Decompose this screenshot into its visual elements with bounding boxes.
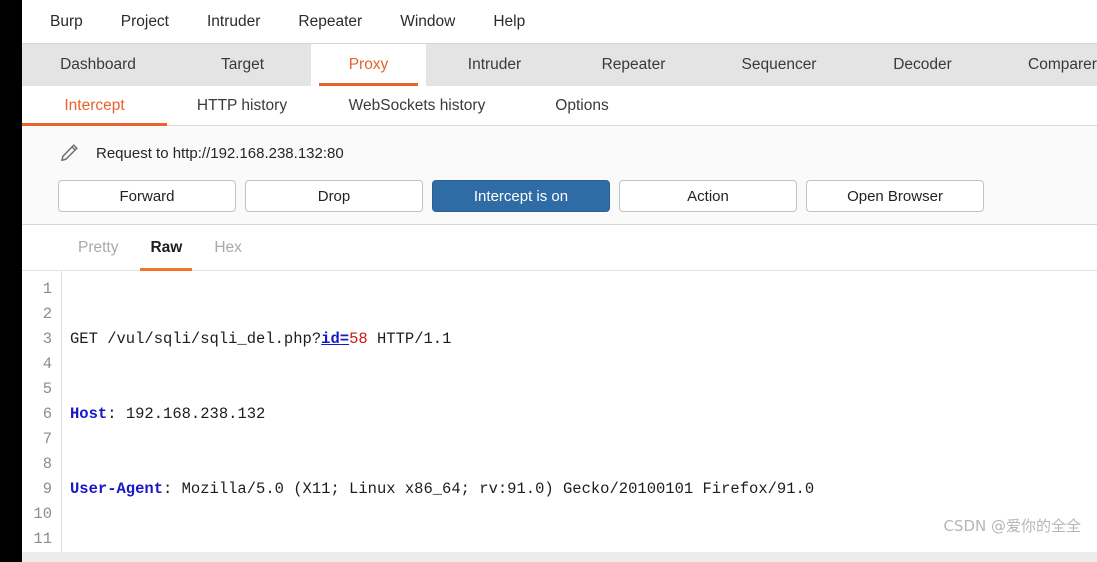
line-number-gutter: 1 2 3 4 5 6 7 8 9 10 11	[22, 271, 62, 562]
line-number: 11	[33, 530, 52, 548]
request-info-row: Request to http://192.168.238.132:80	[22, 138, 1097, 168]
menu-item-intruder[interactable]: Intruder	[193, 10, 274, 34]
tab-repeater[interactable]: Repeater	[563, 44, 704, 86]
header-name-host: Host	[70, 405, 108, 423]
line-number: 5	[42, 380, 52, 398]
menu-item-repeater[interactable]: Repeater	[284, 10, 376, 34]
line-number: 8	[42, 455, 52, 473]
subtab-intercept[interactable]: Intercept	[22, 86, 167, 126]
menu-item-window[interactable]: Window	[386, 10, 469, 34]
viewtab-raw[interactable]: Raw	[134, 225, 198, 271]
line-number: 2	[42, 305, 52, 323]
forward-button[interactable]: Forward	[58, 180, 236, 212]
request-line-2: Host: 192.168.238.132	[70, 402, 1097, 427]
http-version: HTTP/1.1	[367, 330, 452, 348]
request-target-label: Request to http://192.168.238.132:80	[96, 144, 344, 162]
action-button[interactable]: Action	[619, 180, 797, 212]
line-number: 4	[42, 355, 52, 373]
line-number: 9	[42, 480, 52, 498]
request-raw-text[interactable]: GET /vul/sqli/sqli_del.php?id=58 HTTP/1.…	[62, 271, 1097, 562]
tab-dashboard[interactable]: Dashboard	[22, 44, 174, 86]
burp-suite-window: Burp Project Intruder Repeater Window He…	[22, 0, 1097, 562]
query-param-name: id	[321, 330, 340, 348]
open-browser-button[interactable]: Open Browser	[806, 180, 984, 212]
header-value-host: : 192.168.238.132	[107, 405, 266, 423]
tab-comparer[interactable]: Comparer	[991, 44, 1097, 86]
drop-button[interactable]: Drop	[245, 180, 423, 212]
menu-bar: Burp Project Intruder Repeater Window He…	[22, 0, 1097, 44]
tab-target[interactable]: Target	[174, 44, 311, 86]
subtab-websockets-history[interactable]: WebSockets history	[317, 86, 517, 125]
tab-intruder[interactable]: Intruder	[426, 44, 563, 86]
subtab-http-history[interactable]: HTTP history	[167, 86, 317, 125]
viewtab-hex[interactable]: Hex	[198, 225, 258, 270]
intercept-panel: Request to http://192.168.238.132:80 For…	[22, 126, 1097, 225]
request-line-1: GET /vul/sqli/sqli_del.php?id=58 HTTP/1.…	[70, 327, 1097, 352]
main-tab-bar: Dashboard Target Proxy Intruder Repeater…	[22, 44, 1097, 86]
request-editor[interactable]: 1 2 3 4 5 6 7 8 9 10 11 GET /vul/sqli/sq…	[22, 271, 1097, 562]
menu-item-help[interactable]: Help	[479, 10, 539, 34]
intercept-toggle-button[interactable]: Intercept is on	[432, 180, 610, 212]
line-number: 3	[42, 330, 52, 348]
line-number: 1	[42, 280, 52, 298]
header-value-user-agent: : Mozilla/5.0 (X11; Linux x86_64; rv:91.…	[163, 480, 815, 498]
tab-proxy[interactable]: Proxy	[311, 44, 426, 86]
request-method-path: GET /vul/sqli/sqli_del.php?	[70, 330, 322, 348]
menu-item-project[interactable]: Project	[107, 10, 183, 34]
message-view-tab-bar: Pretty Raw Hex	[22, 225, 1097, 271]
query-param-value: 58	[349, 330, 368, 348]
header-name-user-agent: User-Agent	[70, 480, 164, 498]
watermark-text: CSDN @爱你的全全	[943, 517, 1081, 535]
intercept-button-row: Forward Drop Intercept is on Action Open…	[22, 180, 1097, 212]
request-line-3: User-Agent: Mozilla/5.0 (X11; Linux x86_…	[70, 477, 1097, 502]
line-number: 10	[33, 505, 52, 523]
line-number: 6	[42, 405, 52, 423]
query-param-equals: =	[339, 330, 350, 348]
tab-sequencer[interactable]: Sequencer	[704, 44, 854, 86]
pencil-icon[interactable]	[58, 142, 80, 164]
status-bar	[22, 552, 1097, 562]
proxy-sub-tab-bar: Intercept HTTP history WebSockets histor…	[22, 86, 1097, 126]
line-number: 7	[42, 430, 52, 448]
menu-item-burp[interactable]: Burp	[36, 10, 97, 34]
subtab-options[interactable]: Options	[517, 86, 647, 125]
tab-decoder[interactable]: Decoder	[854, 44, 991, 86]
viewtab-pretty[interactable]: Pretty	[62, 225, 134, 270]
